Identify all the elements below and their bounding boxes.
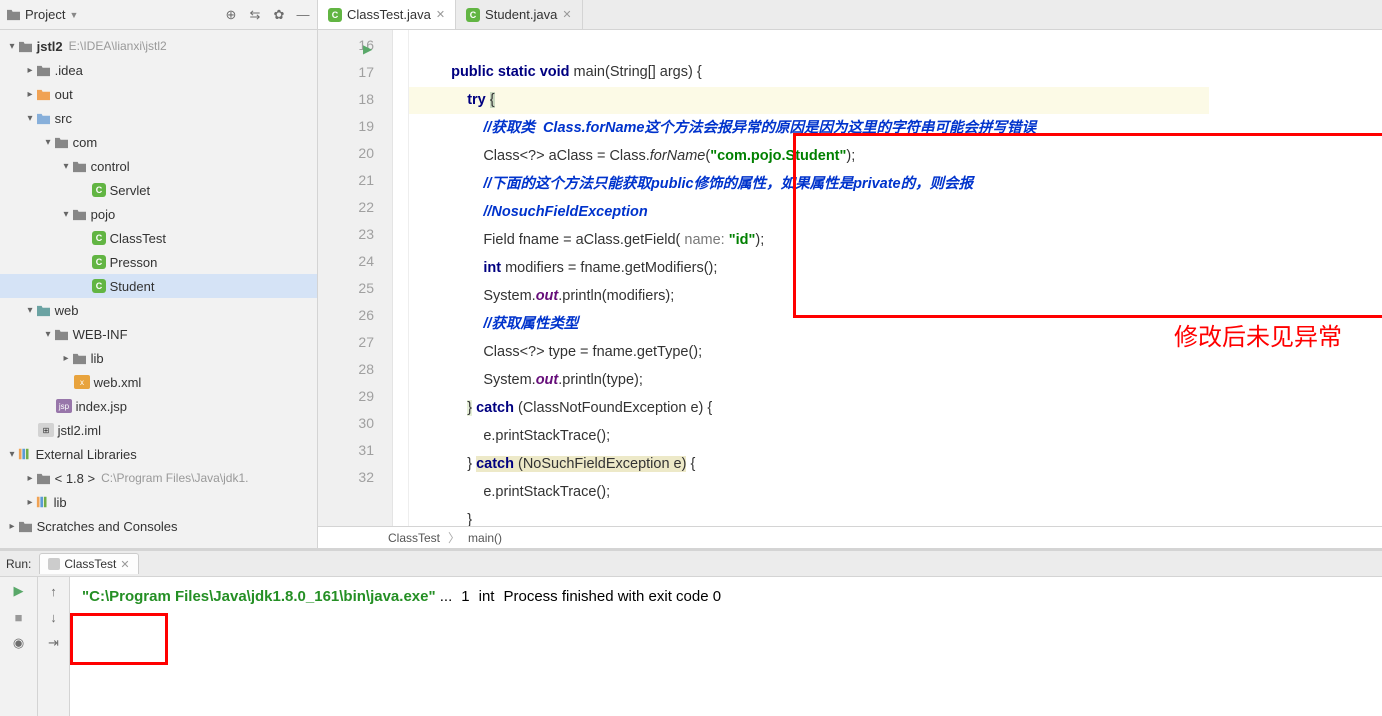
rerun-icon[interactable]: ▶ xyxy=(11,583,27,599)
code-area[interactable]: ▶ 1617181920212223242526272829303132 pub… xyxy=(318,30,1382,526)
run-tools-primary: ▶ ■ ◉ xyxy=(0,577,38,716)
annotation-text: 修改后未见异常 xyxy=(1174,325,1342,352)
tree-jdk[interactable]: ▸ < 1.8 >C:\Program Files\Java\jdk1. xyxy=(0,466,317,490)
tree-control[interactable]: ▾ control xyxy=(0,154,317,178)
code-content[interactable]: public static void main(String[] args) {… xyxy=(409,30,1382,526)
close-icon[interactable]: ✕ xyxy=(436,8,445,21)
output-highlight-box xyxy=(70,613,168,665)
tab-student[interactable]: CStudent.java✕ xyxy=(456,0,583,29)
run-header: Run: ClassTest✕ xyxy=(0,551,1382,577)
run-gutter-icon[interactable]: ▶ xyxy=(363,36,372,63)
camera-icon[interactable]: ◉ xyxy=(11,635,27,651)
tree-src[interactable]: ▾ src xyxy=(0,106,317,130)
editor-tabs: CClassTest.java✕ CStudent.java✕ xyxy=(318,0,1382,30)
close-icon[interactable]: ✕ xyxy=(120,558,129,571)
tree-web[interactable]: ▾ web xyxy=(0,298,317,322)
tree-classtest[interactable]: C ClassTest xyxy=(0,226,317,250)
sidebar-header: Project ▼ ⊕ ⇆ ✿ — xyxy=(0,0,317,30)
tree-out[interactable]: ▸ out xyxy=(0,82,317,106)
expand-icon[interactable]: ⇆ xyxy=(247,7,263,23)
run-label: Run: xyxy=(6,557,31,571)
editor-area: CClassTest.java✕ CStudent.java✕ ▶ 161718… xyxy=(318,0,1382,548)
tree-servlet[interactable]: C Servlet xyxy=(0,178,317,202)
close-icon[interactable]: ✕ xyxy=(562,8,571,21)
tree-webxml[interactable]: x web.xml xyxy=(0,370,317,394)
run-tab[interactable]: ClassTest✕ xyxy=(39,553,138,574)
tab-classtest[interactable]: CClassTest.java✕ xyxy=(318,0,456,29)
up-icon[interactable]: ↑ xyxy=(46,583,62,599)
locate-icon[interactable]: ⊕ xyxy=(223,7,239,23)
gear-icon[interactable]: ✿ xyxy=(271,7,287,23)
tree-indexjsp[interactable]: jsp index.jsp xyxy=(0,394,317,418)
tree-scratches[interactable]: ▸ Scratches and Consoles xyxy=(0,514,317,538)
fold-bar[interactable] xyxy=(393,30,409,526)
line-gutter: ▶ 1617181920212223242526272829303132 xyxy=(318,30,393,526)
project-sidebar: Project ▼ ⊕ ⇆ ✿ — ▾ jstl2E:\IDEA\lianxi\… xyxy=(0,0,318,548)
run-tools-secondary: ↑ ↓ ⇥ xyxy=(38,577,70,716)
run-panel: Run: ClassTest✕ ▶ ■ ◉ ↑ ↓ ⇥ "C:\Program … xyxy=(0,548,1382,716)
tree-project-root[interactable]: ▾ jstl2E:\IDEA\lianxi\jstl2 xyxy=(0,34,317,58)
console-output[interactable]: "C:\Program Files\Java\jdk1.8.0_161\bin\… xyxy=(70,577,1382,716)
tree-lib[interactable]: ▸ lib xyxy=(0,346,317,370)
tree-external-libs[interactable]: ▾ External Libraries xyxy=(0,442,317,466)
breadcrumb[interactable]: ClassTest〉main() xyxy=(318,526,1382,548)
tree-idea[interactable]: ▸ .idea xyxy=(0,58,317,82)
tree-lib2[interactable]: ▸ lib xyxy=(0,490,317,514)
wrap-icon[interactable]: ⇥ xyxy=(46,635,62,651)
tree-webinf[interactable]: ▾ WEB-INF xyxy=(0,322,317,346)
tree-iml[interactable]: ⊞ jstl2.iml xyxy=(0,418,317,442)
annotation-box xyxy=(793,133,1382,318)
project-tree: ▾ jstl2E:\IDEA\lianxi\jstl2 ▸ .idea ▸ ou… xyxy=(0,30,317,542)
tree-student[interactable]: C Student xyxy=(0,274,317,298)
tree-presson[interactable]: C Presson xyxy=(0,250,317,274)
sidebar-title[interactable]: Project ▼ xyxy=(6,7,223,22)
down-icon[interactable]: ↓ xyxy=(46,609,62,625)
tree-com[interactable]: ▾ com xyxy=(0,130,317,154)
hide-icon[interactable]: — xyxy=(295,7,311,23)
stop-icon[interactable]: ■ xyxy=(11,609,27,625)
tree-pojo[interactable]: ▾ pojo xyxy=(0,202,317,226)
